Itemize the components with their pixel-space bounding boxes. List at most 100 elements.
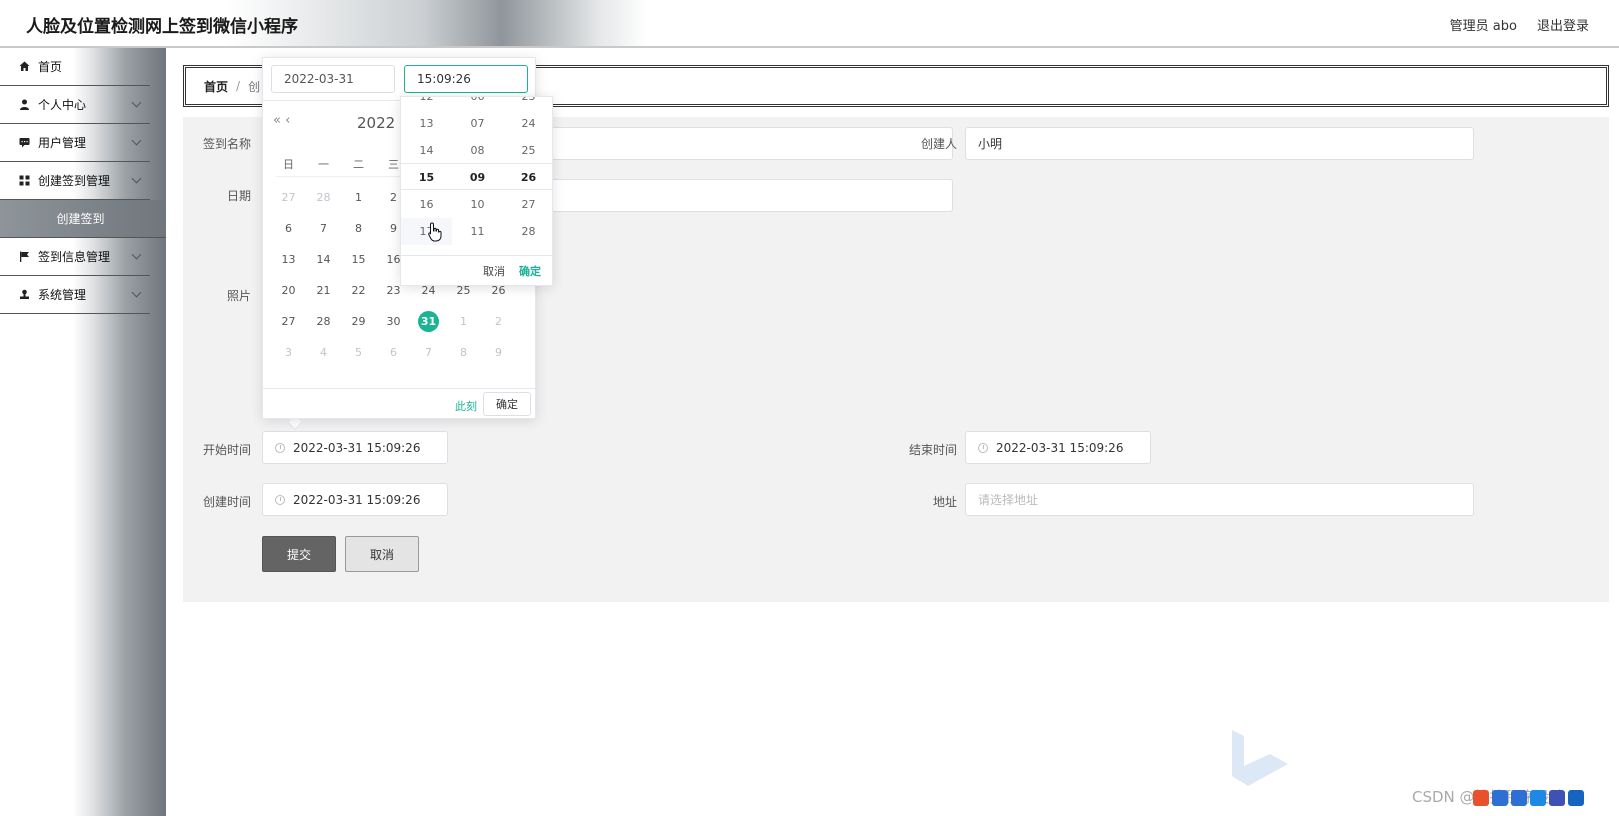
day-cell[interactable]: 6 xyxy=(376,337,411,369)
minute-option[interactable]: 10 xyxy=(452,191,503,218)
start-time-input[interactable]: 2022-03-31 15:09:26 xyxy=(262,431,448,464)
second-option[interactable]: 24 xyxy=(503,110,552,137)
spinner-cancel-button[interactable]: 取消 xyxy=(483,263,505,279)
day-cell[interactable]: 30 xyxy=(376,306,411,338)
day-cell[interactable]: 29 xyxy=(341,306,376,338)
weekday-label: 二 xyxy=(353,158,364,171)
day-cell[interactable]: 27 xyxy=(271,306,306,338)
minute-option[interactable]: 09 xyxy=(452,164,503,191)
hour-option[interactable]: 12 xyxy=(401,97,452,110)
day-cell[interactable]: 4 xyxy=(306,337,341,369)
day-cell[interactable]: 2 xyxy=(481,306,516,338)
tray-app-icon xyxy=(1568,790,1584,806)
picker-confirm-button[interactable]: 确定 xyxy=(483,392,531,416)
sidebar-item-label: 个人中心 xyxy=(38,98,87,112)
second-option[interactable]: 28 xyxy=(503,218,552,245)
start-time-value: 2022-03-31 15:09:26 xyxy=(293,440,421,455)
day-cell[interactable]: 7 xyxy=(306,213,341,245)
now-button[interactable]: 此刻 xyxy=(455,398,477,414)
sidebar-item-create-checkin-manage[interactable]: 创建签到管理 xyxy=(0,162,150,200)
hour-option[interactable]: 16 xyxy=(401,191,452,218)
tray-app-icon xyxy=(1511,790,1527,806)
flag-icon xyxy=(18,251,30,263)
hours-column[interactable]: 12 13 14 15 16 17 xyxy=(401,97,452,245)
second-option[interactable]: 25 xyxy=(503,137,552,164)
day-cell-today[interactable]: 31 xyxy=(411,306,446,338)
seconds-column[interactable]: 23 24 25 26 27 28 xyxy=(503,97,552,245)
prev-year-month-buttons[interactable]: « ‹ xyxy=(273,113,290,128)
home-icon xyxy=(18,61,30,73)
day-cell[interactable]: 1 xyxy=(446,306,481,338)
address-input[interactable]: 请选择地址 xyxy=(965,483,1474,516)
day-cell[interactable]: 21 xyxy=(306,275,341,307)
day-cell[interactable]: 8 xyxy=(341,213,376,245)
sidebar-subitem-create-checkin[interactable]: 创建签到 xyxy=(0,200,166,238)
day-cell[interactable]: 28 xyxy=(306,182,341,214)
date-input[interactable] xyxy=(523,179,953,212)
cancel-button[interactable]: 取消 xyxy=(345,536,419,572)
spinner-selection-bottom xyxy=(401,189,552,190)
day-cell[interactable]: 13 xyxy=(271,244,306,276)
day-cell[interactable]: 3 xyxy=(271,337,306,369)
hour-option[interactable]: 13 xyxy=(401,110,452,137)
picker-footer-divider xyxy=(263,388,537,389)
day-number: 31 xyxy=(418,311,439,332)
sidebar-item-system[interactable]: 系统管理 xyxy=(0,276,150,314)
day-cell[interactable]: 6 xyxy=(271,213,306,245)
person-stamp-icon xyxy=(18,289,30,301)
chevron-down-icon xyxy=(131,287,142,298)
day-cell[interactable]: 28 xyxy=(306,306,341,338)
sidebar-item-users[interactable]: 用户管理 xyxy=(0,124,150,162)
header-actions: 管理员 abo 退出登录 xyxy=(1450,15,1589,34)
second-option[interactable]: 23 xyxy=(503,97,552,110)
creator-input[interactable]: 小明 xyxy=(965,127,1474,160)
tray-app-icon xyxy=(1473,790,1489,806)
day-cell[interactable]: 9 xyxy=(481,337,516,369)
photo-label: 照片 xyxy=(226,289,251,303)
tray-app-icon xyxy=(1530,790,1546,806)
picker-time-input[interactable]: 15:09:26 xyxy=(404,65,528,93)
weekday-label: 一 xyxy=(318,158,329,171)
day-cell[interactable]: 27 xyxy=(271,182,306,214)
sidebar-item-label: 签到信息管理 xyxy=(38,250,111,264)
minute-option[interactable]: 11 xyxy=(452,218,503,245)
clock-icon xyxy=(275,442,285,453)
day-cell[interactable]: 15 xyxy=(341,244,376,276)
picker-date-input[interactable]: 2022-03-31 xyxy=(271,65,395,93)
start-time-label: 开始时间 xyxy=(202,443,251,457)
second-option[interactable]: 27 xyxy=(503,191,552,218)
day-cell[interactable]: 20 xyxy=(271,275,306,307)
second-option[interactable]: 26 xyxy=(503,164,552,191)
sidebar-subitem-label: 创建签到 xyxy=(56,212,105,226)
day-cell[interactable]: 22 xyxy=(341,275,376,307)
end-time-input[interactable]: 2022-03-31 15:09:26 xyxy=(965,431,1151,464)
submit-button[interactable]: 提交 xyxy=(262,536,336,572)
breadcrumb-separator: / xyxy=(236,79,241,93)
sidebar-item-checkin-info-manage[interactable]: 签到信息管理 xyxy=(0,238,150,276)
sidebar-item-personal[interactable]: 个人中心 xyxy=(0,86,150,124)
day-cell[interactable]: 14 xyxy=(306,244,341,276)
hour-option[interactable]: 17 xyxy=(401,218,452,245)
system-tray xyxy=(1473,788,1613,808)
weekday-header: 日 一 二 三 xyxy=(271,156,411,172)
day-cell[interactable]: 8 xyxy=(446,337,481,369)
minute-option[interactable]: 07 xyxy=(452,110,503,137)
sidebar-item-label: 首页 xyxy=(38,60,63,74)
comment-icon xyxy=(18,137,30,149)
breadcrumb-home[interactable]: 首页 xyxy=(204,78,228,95)
spinner-confirm-button[interactable]: 确定 xyxy=(519,263,541,279)
minutes-column[interactable]: 06 07 08 09 10 11 xyxy=(452,97,503,245)
day-cell[interactable]: 7 xyxy=(411,337,446,369)
minute-option[interactable]: 08 xyxy=(452,137,503,164)
created-time-input[interactable]: 2022-03-31 15:09:26 xyxy=(262,483,448,516)
day-cell[interactable]: 1 xyxy=(341,182,376,214)
hour-option[interactable]: 14 xyxy=(401,137,452,164)
logout-link[interactable]: 退出登录 xyxy=(1537,15,1589,34)
day-cell[interactable]: 5 xyxy=(341,337,376,369)
end-time-value: 2022-03-31 15:09:26 xyxy=(996,440,1124,455)
sidebar-item-home[interactable]: 首页 xyxy=(0,48,150,86)
chevron-down-icon xyxy=(131,97,142,108)
minute-option[interactable]: 06 xyxy=(452,97,503,110)
hour-option[interactable]: 15 xyxy=(401,164,452,191)
chevron-down-icon xyxy=(131,173,142,184)
